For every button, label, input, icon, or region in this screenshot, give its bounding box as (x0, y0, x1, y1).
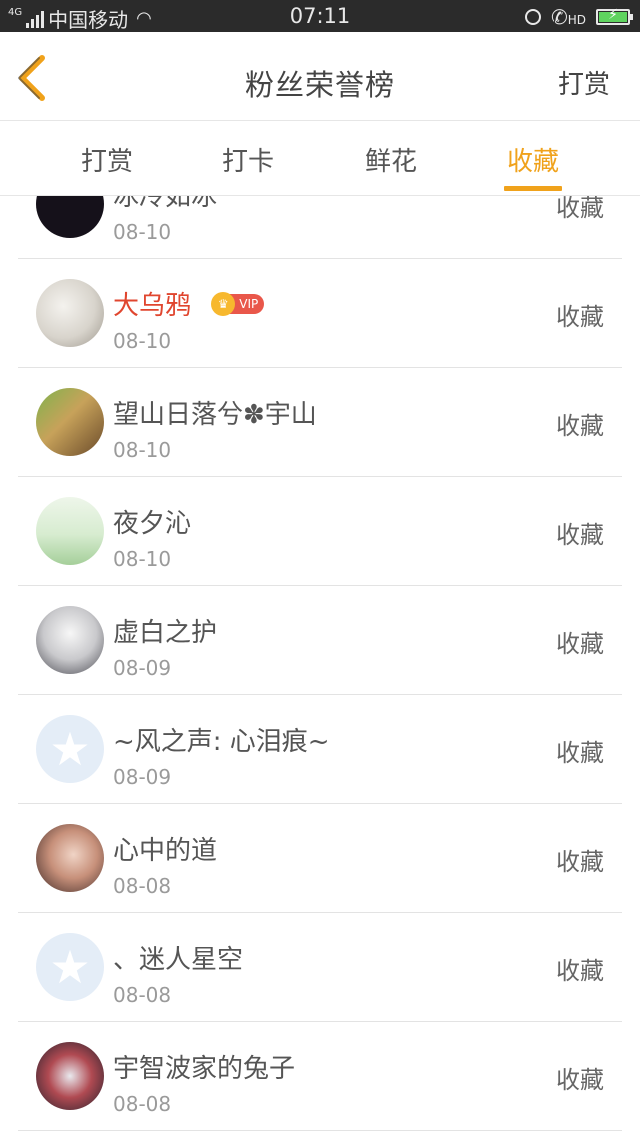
user-name: 冰冷如冰 (113, 196, 218, 212)
action-label: 收藏 (556, 412, 604, 440)
user-name: ~风之声: 心泪痕~ (113, 727, 330, 757)
default-avatar-icon: ★ (49, 722, 91, 776)
fan-list[interactable]: 冰冷如冰 08-10 收藏 大乌鸦 ♛ VIP 08-10 收藏 望山日落兮✽宇… (0, 196, 640, 1138)
item-date: 08-08 (113, 1092, 172, 1116)
tab-checkin[interactable]: 打卡 (198, 141, 298, 178)
avatar[interactable] (36, 279, 104, 347)
action-label: 收藏 (556, 957, 604, 985)
user-name: 望山日落兮✽宇山 (113, 400, 317, 430)
item-date: 08-09 (113, 656, 172, 680)
user-name-vip: 大乌鸦 ♛ VIP (113, 285, 265, 322)
user-name: 大乌鸦 (113, 291, 192, 321)
item-date: 08-09 (113, 765, 172, 789)
avatar[interactable] (36, 196, 104, 238)
list-item[interactable]: 大乌鸦 ♛ VIP 08-10 收藏 (18, 259, 622, 368)
action-label: 收藏 (556, 521, 604, 549)
item-date: 08-08 (113, 983, 172, 1007)
list-item[interactable]: 心中的道 08-08 收藏 (18, 804, 622, 913)
tab-favorites[interactable]: 收藏 (483, 141, 583, 178)
action-label: 收藏 (556, 1066, 604, 1094)
status-bar: 4G 中国移动 ◠ 07:11 ✆HD ⚡ (0, 0, 640, 32)
user-name: 宇智波家的兔子 (113, 1054, 296, 1084)
avatar[interactable] (36, 497, 104, 565)
page-title: 粉丝荣誉榜 (244, 68, 395, 102)
user-name: 心中的道 (113, 836, 218, 866)
active-tab-indicator (504, 186, 562, 191)
item-date: 08-08 (113, 874, 172, 898)
user-name: 夜夕沁 (113, 509, 192, 539)
user-name: 、迷人星空 (113, 945, 244, 975)
item-date: 08-10 (113, 547, 172, 571)
tab-reward[interactable]: 打赏 (57, 141, 157, 178)
call-icon: ✆HD (550, 5, 586, 29)
crown-icon: ♛ (211, 291, 236, 316)
reward-button[interactable]: 打赏 (558, 64, 610, 101)
hd-label: HD (567, 13, 586, 27)
action-label: 收藏 (556, 848, 604, 876)
avatar[interactable] (36, 606, 104, 674)
avatar[interactable]: ★ (36, 933, 104, 1001)
action-label: 收藏 (556, 196, 604, 222)
item-date: 08-10 (113, 220, 172, 244)
battery-icon: ⚡ (596, 7, 633, 25)
user-name: 虚白之护 (113, 618, 218, 648)
list-item[interactable]: ★ ~风之声: 心泪痕~ 08-09 收藏 (18, 695, 622, 804)
avatar[interactable] (36, 824, 104, 892)
list-item[interactable]: ★ 、迷人星空 08-08 收藏 (18, 913, 622, 1022)
list-item[interactable]: 冰冷如冰 08-10 收藏 (18, 196, 622, 259)
action-label: 收藏 (556, 630, 604, 658)
list-item[interactable]: 虚白之护 08-09 收藏 (18, 586, 622, 695)
avatar[interactable] (36, 388, 104, 456)
tab-flowers[interactable]: 鲜花 (341, 141, 441, 178)
alarm-icon (524, 9, 541, 25)
action-label: 收藏 (556, 303, 604, 331)
list-item[interactable]: 宇智波家的兔子 08-08 收藏 (18, 1022, 622, 1131)
list-item[interactable]: 望山日落兮✽宇山 08-10 收藏 (18, 368, 622, 477)
avatar[interactable]: ★ (36, 715, 104, 783)
avatar[interactable] (36, 1042, 104, 1110)
vip-badge: ♛ VIP (211, 291, 265, 316)
action-label: 收藏 (556, 739, 604, 767)
header-bar: 粉丝荣誉榜 打赏 (0, 32, 640, 121)
item-date: 08-10 (113, 329, 172, 353)
list-item[interactable]: 夜夕沁 08-10 收藏 (18, 477, 622, 586)
tab-bar: 打赏 打卡 鲜花 收藏 (0, 121, 640, 196)
item-date: 08-10 (113, 438, 172, 462)
default-avatar-icon: ★ (49, 940, 91, 994)
